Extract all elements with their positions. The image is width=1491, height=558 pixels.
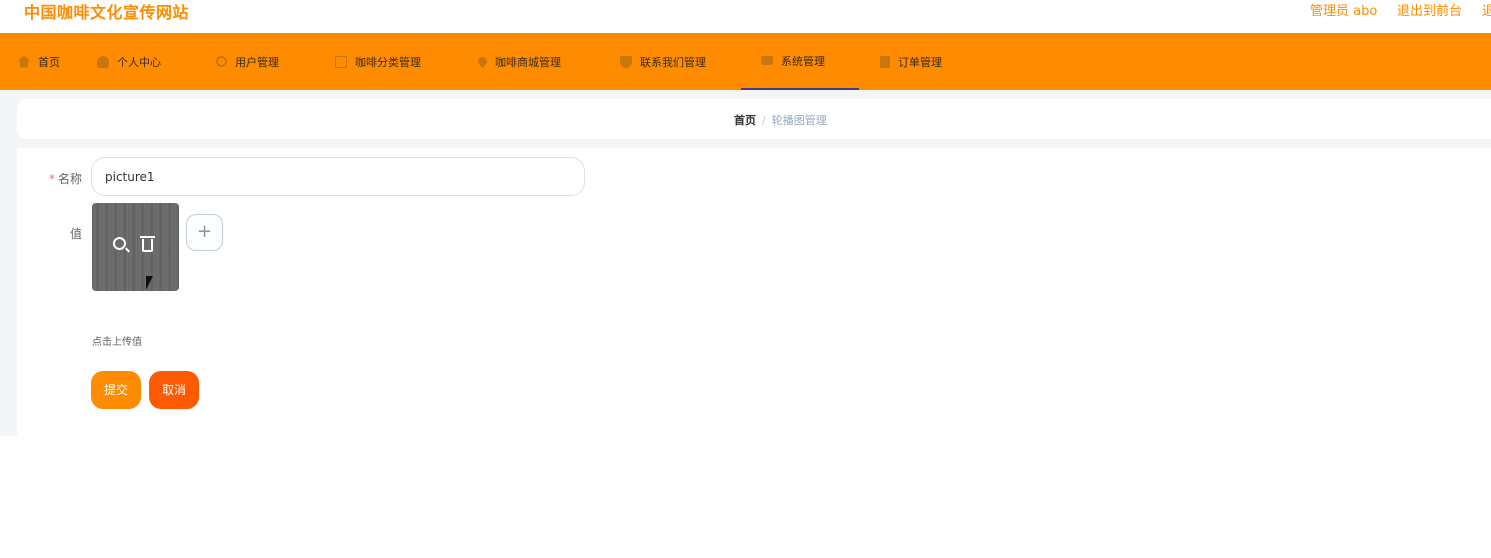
nav-item-personal-center[interactable]: 个人中心	[97, 33, 161, 90]
nav-item-label: 咖啡分类管理	[355, 55, 421, 69]
breadcrumb-separator: /	[762, 114, 766, 127]
nav-item-system-management[interactable]: 系统管理	[741, 33, 859, 90]
delete-icon[interactable]	[140, 236, 155, 255]
breadcrumb-current: 轮播图管理	[771, 114, 827, 127]
nav-item-label: 首页	[38, 55, 60, 69]
name-input[interactable]	[91, 157, 585, 196]
main-nav: 首页 个人中心 用户管理 咖啡分类管理 咖啡商城管理 联系我们管理 系统管理 订…	[0, 33, 1491, 90]
required-asterisk: *	[49, 172, 55, 186]
briefcase-icon	[761, 56, 773, 65]
submit-button[interactable]: 提交	[91, 371, 141, 409]
value-label: 值	[70, 227, 83, 241]
location-icon	[476, 55, 489, 68]
upload-hint: 点击上传值	[92, 337, 142, 348]
nav-item-label: 联系我们管理	[640, 55, 706, 69]
nav-item-contact-us[interactable]: 联系我们管理	[620, 33, 706, 90]
cancel-button[interactable]: 取消	[149, 371, 199, 409]
nav-item-order-management[interactable]: 订单管理	[880, 33, 942, 90]
nav-item-label: 个人中心	[117, 55, 161, 69]
uploaded-image-thumbnail[interactable]	[92, 203, 179, 291]
thumbnail-hover-overlay	[92, 203, 179, 291]
exit-to-front-link[interactable]: 退出到前台	[1397, 0, 1462, 19]
mouse-cursor-icon	[146, 276, 153, 290]
breadcrumb-home[interactable]: 首页	[734, 114, 756, 127]
upload-add-button[interactable]: +	[186, 214, 223, 251]
logout-link[interactable]: 退	[1482, 0, 1491, 19]
nav-item-coffee-mall[interactable]: 咖啡商城管理	[476, 33, 561, 90]
home-icon	[18, 55, 30, 68]
top-header: 中国咖啡文化宣传网站 管理员 abo 退出到前台 退	[0, 0, 1491, 33]
power-icon	[216, 56, 227, 67]
nav-item-label: 订单管理	[898, 55, 942, 69]
nav-item-user-management[interactable]: 用户管理	[216, 33, 279, 90]
user-icon	[97, 55, 109, 68]
nav-item-label: 咖啡商城管理	[495, 55, 561, 69]
document-icon	[880, 55, 890, 68]
zoom-in-icon[interactable]	[113, 237, 126, 253]
checkbox-icon	[335, 55, 347, 68]
nav-item-label: 用户管理	[235, 55, 279, 69]
breadcrumb: 首页 / 轮播图管理	[734, 112, 827, 128]
nav-item-label: 系统管理	[781, 54, 825, 68]
name-label-text: 名称	[58, 172, 83, 186]
nav-item-coffee-category[interactable]: 咖啡分类管理	[335, 33, 421, 90]
admin-user-label[interactable]: 管理员 abo	[1310, 0, 1377, 19]
shield-icon	[620, 55, 632, 68]
name-label: * 名称	[49, 170, 82, 187]
nav-item-home[interactable]: 首页	[18, 33, 60, 90]
site-title: 中国咖啡文化宣传网站	[24, 3, 190, 22]
